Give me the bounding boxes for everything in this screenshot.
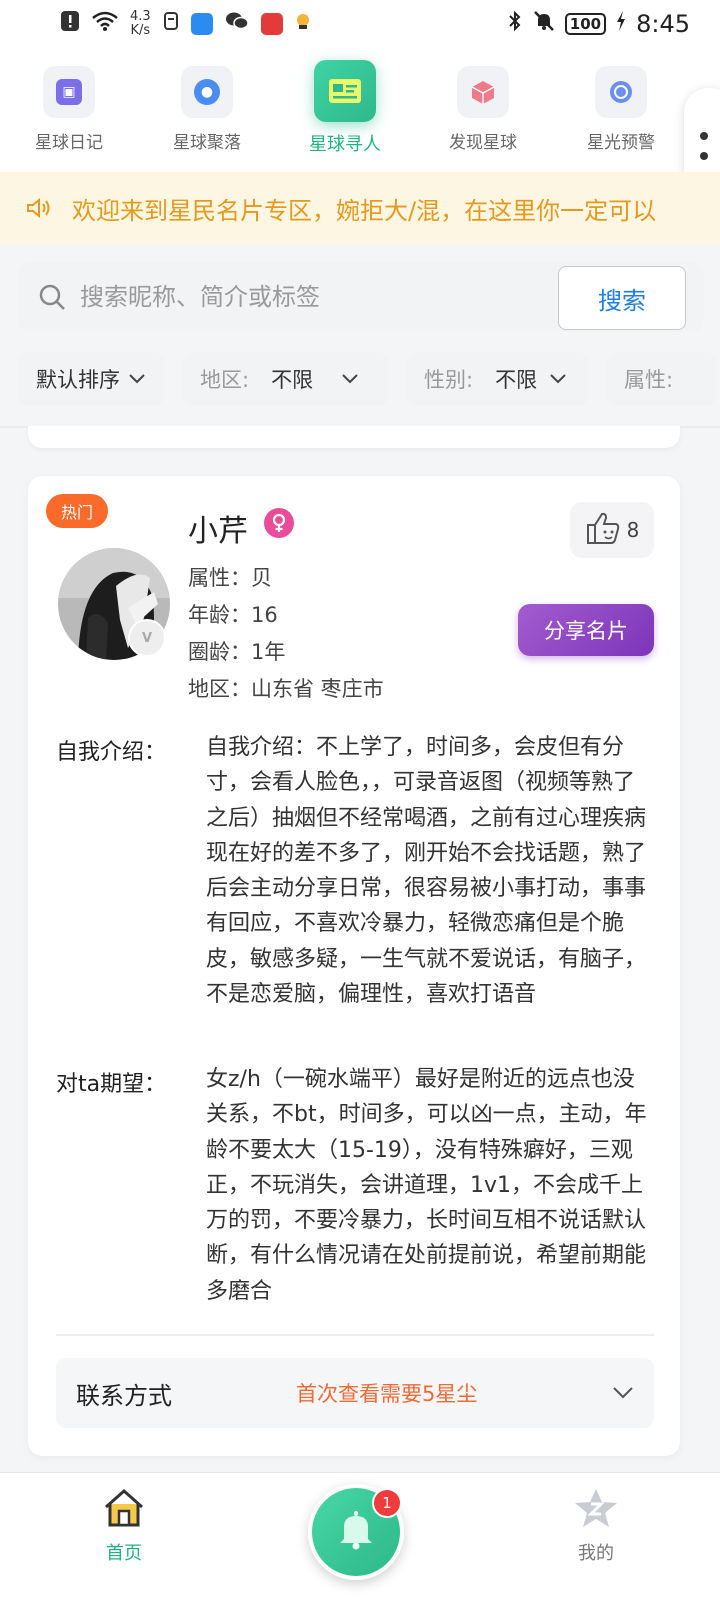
tab-me[interactable]: 我的 (536, 1487, 656, 1565)
nav-label: 发现星球 (449, 133, 517, 153)
search-icon (38, 283, 66, 311)
cloud-app-icon (190, 13, 213, 35)
chevron-down-icon (341, 373, 359, 385)
mute-icon (533, 10, 555, 38)
huawei-app-icon (260, 13, 283, 35)
gender-dropdown[interactable]: 性别: 不限 (406, 352, 588, 406)
group-icon: ● (181, 66, 233, 118)
top-nav: ▣ 星球日记 ● 星球聚落 星球寻人 发现星球 星光预警 (0, 48, 720, 204)
gender-label: 性别: (424, 368, 474, 392)
nav-label: 星球聚落 (173, 133, 241, 153)
clock: 8:45 (636, 10, 690, 38)
search-bar: 搜索 (18, 262, 704, 332)
bluetooth-icon (507, 10, 523, 38)
contact-cost-note: 首次查看需要5星尘 (296, 1382, 478, 1406)
net-speed-unit: K/s (130, 23, 151, 38)
expectation-text: 女z/h（一碗水端平）最好是附近的远点也没关系，不bt，时间多，可以凶一点，主动… (206, 1067, 647, 1304)
hot-badge: 热门 (46, 494, 108, 528)
attribute-label: 属性: (624, 368, 674, 392)
region-label: 地区: (200, 368, 250, 392)
chevron-down-icon (612, 1386, 634, 1400)
notice-text: 欢迎来到星民名片专区，婉拒大/混，在这里你一定可以 (72, 196, 657, 225)
net-speed-value: 4.3 (130, 9, 151, 24)
nav-item-discover[interactable]: 发现星球 (414, 48, 552, 172)
status-bar: 4.3 K/s 100 8:45 (0, 0, 720, 48)
notification-app-icon (163, 11, 179, 37)
sort-dropdown[interactable]: 默认排序 (18, 352, 164, 406)
sort-label: 默认排序 (36, 368, 120, 392)
speaker-icon (26, 197, 52, 219)
battery-indicator: 100 (564, 13, 607, 35)
notice-bar: 欢迎来到星民名片专区，婉拒大/混，在这里你一定可以 (0, 172, 720, 244)
female-icon (264, 508, 294, 538)
alarm-icon (595, 66, 647, 118)
notification-count-badge: 1 (372, 1488, 402, 1518)
home-icon (102, 1487, 146, 1533)
nav-label: 星球寻人 (309, 134, 381, 155)
attribute-dropdown[interactable]: 属性: (606, 352, 716, 406)
filter-row: 默认排序 地区: 不限 性别: 不限 属性: (18, 352, 720, 406)
tab-home[interactable]: 首页 (64, 1487, 184, 1565)
more-dot-icon (700, 132, 708, 140)
circle-age-line: 圈龄：1年 (188, 640, 286, 664)
chevron-down-icon (549, 373, 567, 385)
region-line: 地区：山东省 枣庄市 (188, 677, 384, 701)
like-count: 8 (626, 518, 640, 542)
game-app-icon (295, 11, 311, 37)
attribute-line: 属性：贝 (188, 566, 272, 590)
divider (56, 1334, 654, 1336)
profile-star-icon (573, 1487, 619, 1533)
diary-icon: ▣ (43, 66, 95, 118)
nav-label: 星光预警 (587, 133, 655, 153)
wechat-icon (225, 11, 249, 37)
share-card-button[interactable]: 分享名片 (518, 604, 654, 656)
id-card-icon (314, 60, 376, 122)
nav-label: 星球日记 (35, 133, 103, 153)
nav-item-diary[interactable]: ▣ 星球日记 (0, 48, 138, 172)
region-value: 不限 (271, 368, 314, 392)
age-line: 年龄：16 (188, 603, 278, 627)
nav-item-find-people[interactable]: 星球寻人 (276, 48, 414, 172)
contact-label: 联系方式 (76, 1381, 172, 1410)
more-dot-icon (700, 152, 708, 160)
contact-expander[interactable]: 联系方式 首次查看需要5星尘 (56, 1358, 654, 1428)
gender-value: 不限 (495, 368, 538, 392)
intro-label: 自我介绍： (56, 740, 167, 765)
tab-home-label: 首页 (106, 1543, 142, 1564)
charging-icon (616, 10, 626, 38)
username: 小芹 (188, 514, 248, 549)
expectation-label: 对ta期望： (56, 1072, 167, 1097)
vip-icon: V (128, 619, 166, 657)
search-input[interactable] (80, 283, 520, 311)
alert-icon (60, 10, 80, 38)
previous-card-edge (28, 426, 680, 448)
nav-item-group[interactable]: ● 星球聚落 (138, 48, 276, 172)
region-dropdown[interactable]: 地区: 不限 (182, 352, 388, 406)
wifi-icon (92, 11, 118, 37)
like-button[interactable]: 8 (570, 502, 654, 558)
profile-card: 热门 V 小芹 8 属性：贝 年龄：16 圈龄：1年 地区：山东省 枣庄市 分享… (28, 476, 680, 1456)
thumbs-up-icon (585, 511, 621, 550)
intro-text: 自我介绍：不上学了，时间多，会皮但有分寸，会看人脸色，，可录音返图（视频等熟了之… (206, 735, 647, 1008)
nav-item-alert[interactable]: 星光预警 (552, 48, 690, 172)
tab-me-label: 我的 (578, 1543, 614, 1564)
bell-icon (336, 1509, 376, 1555)
net-speed: 4.3 K/s (130, 10, 151, 38)
chevron-down-icon (128, 373, 146, 385)
search-button[interactable]: 搜索 (558, 266, 686, 330)
cube-icon (457, 66, 509, 118)
